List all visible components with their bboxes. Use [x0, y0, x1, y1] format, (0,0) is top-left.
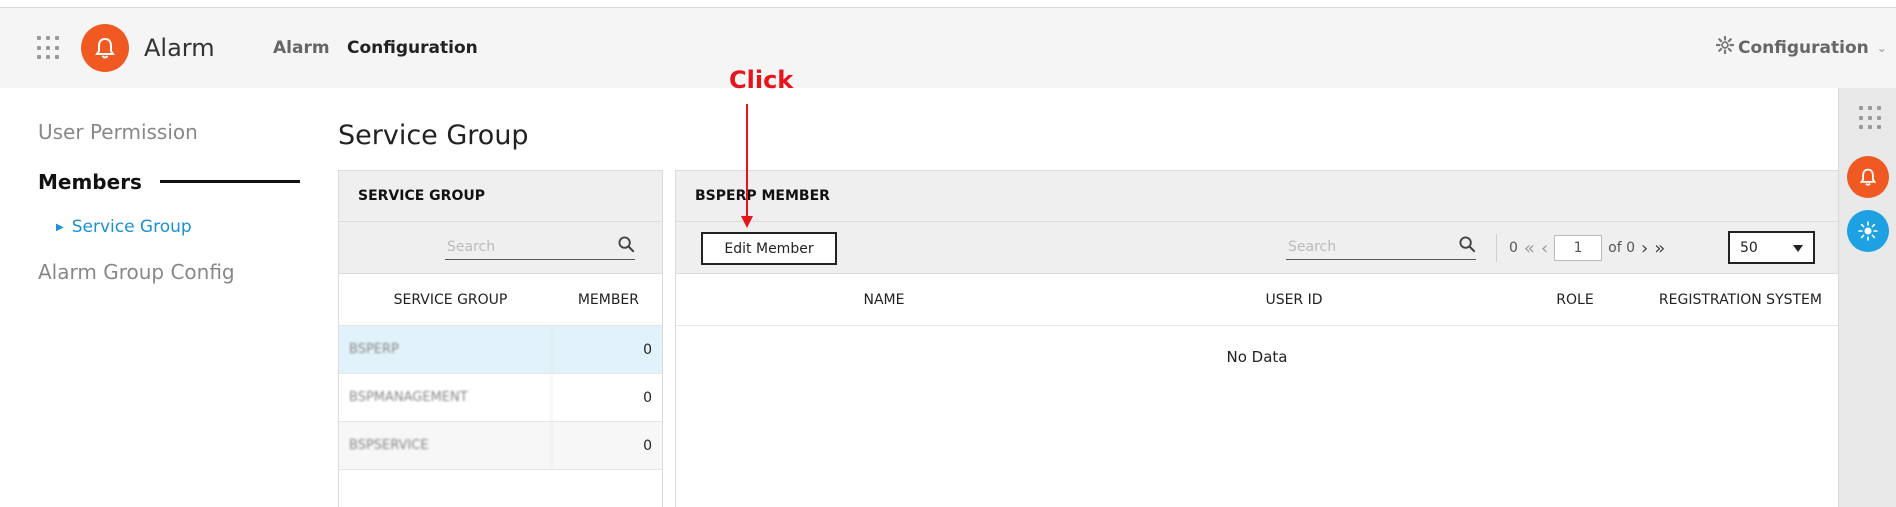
column-header-service-group[interactable]: SERVICE GROUP	[339, 292, 552, 308]
page-number-input[interactable]: 1	[1554, 235, 1603, 261]
sidebar-item-members[interactable]: Members	[38, 170, 142, 194]
sidebar-item-alarm-group-config[interactable]: Alarm Group Config	[38, 260, 235, 284]
member-panel: BSPERP MEMBER Edit Member Search 0 « ‹ 1…	[675, 170, 1838, 507]
bell-icon[interactable]	[81, 24, 129, 72]
service-group-name: BSPMANAGEMENT	[339, 374, 552, 421]
service-group-name: BSPERP	[339, 326, 552, 373]
members-underline	[160, 180, 300, 183]
apps-grid-icon[interactable]	[1859, 106, 1883, 130]
table-row[interactable]: BSPMANAGEMENT 0	[339, 374, 662, 422]
table-row[interactable]: BSPERP 0	[339, 326, 662, 374]
page-size-value: 50	[1740, 239, 1758, 256]
next-page-icon[interactable]: ›	[1641, 238, 1648, 259]
chevron-down-icon: ⌄	[1876, 40, 1887, 55]
search-placeholder: Search	[447, 238, 496, 255]
page-title: Service Group	[338, 120, 529, 151]
page-of-label: of 0	[1608, 240, 1635, 256]
member-search-input[interactable]: Search	[1286, 234, 1476, 260]
member-count: 0	[643, 341, 652, 358]
divider	[1496, 234, 1497, 262]
annotation-arrow	[740, 104, 754, 234]
sidebar-item-service-group[interactable]: ▶ Service Group	[56, 217, 192, 237]
top-border	[0, 0, 1896, 8]
column-header-registration-system[interactable]: REGISTRATION SYSTEM	[1650, 292, 1838, 308]
dropdown-caret-icon	[1793, 240, 1803, 256]
total-count: 0	[1509, 240, 1518, 256]
panel-title: SERVICE GROUP	[339, 171, 662, 222]
column-header-user-id[interactable]: USER ID	[1088, 292, 1500, 308]
member-count: 0	[643, 389, 652, 406]
apps-grid-icon[interactable]	[37, 36, 61, 60]
sidebar-item-user-permission[interactable]: User Permission	[38, 120, 198, 144]
service-group-column-headers: SERVICE GROUP MEMBER	[339, 274, 662, 326]
gear-icon	[1715, 35, 1735, 59]
pagination: 0 « ‹ 1 of 0 › »	[1496, 234, 1665, 262]
member-toolbar: Edit Member Search 0 « ‹ 1 of 0 › » 50	[676, 222, 1838, 274]
service-group-name: BSPSERVICE	[339, 422, 552, 469]
sidebar-item-label: Service Group	[71, 217, 192, 237]
search-placeholder: Search	[1288, 238, 1337, 255]
right-rail	[1838, 88, 1896, 507]
member-count: 0	[643, 437, 652, 454]
table-row[interactable]: BSPSERVICE 0	[339, 422, 662, 470]
column-header-member[interactable]: MEMBER	[552, 292, 662, 308]
configuration-menu[interactable]: Configuration ⌄	[1715, 35, 1887, 59]
caret-right-icon: ▶	[56, 221, 64, 233]
column-header-role[interactable]: ROLE	[1500, 292, 1650, 308]
last-page-icon[interactable]: »	[1654, 238, 1665, 259]
panel-title: BSPERP MEMBER	[676, 171, 1838, 222]
nav-alarm[interactable]: Alarm	[273, 38, 330, 58]
service-group-search-input[interactable]: Search	[445, 234, 635, 260]
click-annotation-label: Click	[729, 66, 794, 94]
member-column-headers: NAME USER ID ROLE REGISTRATION SYSTEM	[676, 274, 1838, 326]
page-size-select[interactable]: 50	[1728, 231, 1815, 264]
bell-icon[interactable]	[1847, 156, 1889, 198]
app-header: Alarm Alarm Configuration Configuration …	[0, 8, 1896, 88]
nav-configuration[interactable]: Configuration	[347, 38, 478, 58]
edit-member-button[interactable]: Edit Member	[701, 232, 837, 265]
search-icon[interactable]	[1459, 236, 1476, 257]
prev-page-icon[interactable]: ‹	[1541, 238, 1548, 259]
empty-state: No Data	[1226, 348, 1288, 366]
search-icon[interactable]	[618, 236, 635, 257]
service-group-panel: SERVICE GROUP Search SERVICE GROUP MEMBE…	[338, 170, 663, 507]
app-title: Alarm	[144, 34, 215, 62]
service-group-toolbar: Search	[339, 222, 662, 274]
configuration-menu-label: Configuration	[1738, 37, 1869, 58]
first-page-icon[interactable]: «	[1524, 238, 1535, 259]
weather-icon[interactable]	[1847, 210, 1889, 252]
column-header-name[interactable]: NAME	[676, 292, 1088, 308]
